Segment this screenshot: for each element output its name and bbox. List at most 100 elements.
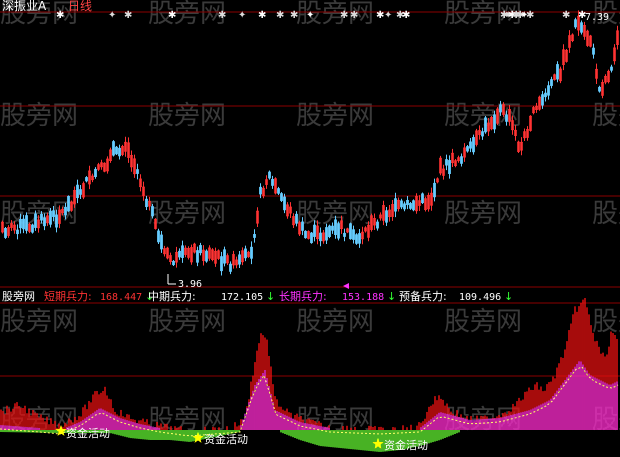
candle-body bbox=[145, 198, 148, 208]
watermark-text: 股旁网 bbox=[444, 199, 522, 229]
cursor-triangle-icon bbox=[343, 283, 349, 289]
candle-body bbox=[493, 114, 496, 130]
candle-body bbox=[25, 215, 28, 231]
candle-body bbox=[466, 146, 469, 152]
signal-marker: ✱ bbox=[168, 10, 176, 21]
candle-body bbox=[445, 159, 448, 166]
watermark-text: 股旁网 bbox=[444, 307, 522, 337]
candle-body bbox=[178, 250, 181, 258]
candle-body bbox=[4, 228, 7, 238]
watermark-layer: 股旁网股旁网股旁网股旁网股旁网股旁网股旁网股旁网股旁网股旁网股旁网股旁网股旁网股… bbox=[0, 0, 620, 435]
candle-body bbox=[259, 186, 262, 195]
candle-body bbox=[331, 225, 334, 231]
indicator-reserve-arrow: ↓ bbox=[504, 290, 513, 303]
watermark-text: 股旁网 bbox=[148, 199, 226, 229]
candle-body bbox=[472, 137, 475, 153]
candle-body bbox=[355, 234, 358, 244]
candle-body bbox=[544, 92, 547, 98]
indicator-long-arrow: ↓ bbox=[387, 290, 396, 303]
candle-body bbox=[16, 229, 19, 235]
candle-body bbox=[157, 230, 160, 243]
candle-body bbox=[238, 254, 241, 265]
candlestick-series[interactable] bbox=[1, 10, 619, 276]
candle-body bbox=[337, 223, 340, 239]
candle-body bbox=[403, 203, 406, 210]
signal-marker: ✱ bbox=[350, 10, 358, 21]
candle-body bbox=[271, 178, 274, 186]
watermark-text: 股旁网 bbox=[148, 307, 226, 337]
watermark-text: 股旁网 bbox=[296, 307, 374, 337]
candle-body bbox=[280, 193, 283, 201]
candle-body bbox=[196, 250, 199, 263]
candle-body bbox=[250, 246, 253, 259]
signal-marker: ✱ bbox=[562, 10, 570, 21]
candle-body bbox=[433, 182, 436, 198]
candle-body bbox=[31, 224, 34, 233]
indicator-short-label: 短期兵力: bbox=[44, 289, 92, 303]
candle-body bbox=[160, 234, 163, 250]
watermark-text: 股旁网 bbox=[592, 199, 620, 229]
low-price-label: 3.96 bbox=[178, 279, 202, 290]
candle-body bbox=[229, 263, 232, 272]
candle-body bbox=[295, 213, 298, 224]
candle-body bbox=[352, 229, 355, 240]
indicator-name: 股旁网 bbox=[2, 289, 35, 303]
candle-body bbox=[343, 232, 346, 237]
candle-body bbox=[610, 66, 613, 71]
signal-marker: ✦ bbox=[108, 10, 116, 21]
candle-body bbox=[310, 232, 313, 244]
candle-body bbox=[151, 206, 154, 217]
candle-body bbox=[244, 248, 247, 259]
candle-body bbox=[64, 206, 67, 216]
indicator-reserve-value: 109.496 bbox=[459, 292, 501, 303]
indicator-bar: 股旁网 短期兵力: 168.447 ↓ 中期兵力: 172.105 ↓ 长期兵力… bbox=[2, 289, 513, 303]
candle-body bbox=[55, 214, 58, 228]
candle-body bbox=[421, 193, 424, 204]
candle-body bbox=[34, 213, 37, 228]
low-price-marker: 3.96 bbox=[167, 274, 202, 290]
candle-body bbox=[400, 200, 403, 208]
candle-body bbox=[334, 219, 337, 236]
candle-body bbox=[328, 225, 331, 238]
candle-body bbox=[313, 224, 316, 237]
signal-marker: ✱ bbox=[402, 10, 410, 21]
candle-body bbox=[547, 85, 550, 96]
indicator-long-label: 长期兵力: bbox=[279, 290, 327, 303]
candle-body bbox=[118, 147, 121, 157]
candle-body bbox=[223, 249, 226, 264]
candle-body bbox=[550, 79, 553, 86]
candle-body bbox=[115, 146, 118, 155]
high-price-label: 7.39 bbox=[585, 12, 609, 23]
candle-body bbox=[409, 203, 412, 209]
candle-body bbox=[481, 131, 484, 137]
candle-body bbox=[205, 250, 208, 262]
indicator-short-value: 168.447 bbox=[100, 292, 142, 303]
indicator-mid-arrow: ↓ bbox=[266, 290, 275, 303]
signal-marker: ✱ bbox=[276, 10, 284, 21]
chart-period: 日线 bbox=[68, 0, 92, 13]
candle-body bbox=[112, 141, 115, 156]
candle-body bbox=[394, 198, 397, 212]
signal-marker: ✱ bbox=[218, 10, 226, 21]
signal-label-3: 资金活动 bbox=[384, 438, 428, 452]
candle-body bbox=[505, 114, 508, 122]
candle-body bbox=[319, 232, 322, 242]
candle-body bbox=[574, 19, 577, 28]
indicator-long-value: 153.188 bbox=[342, 292, 384, 303]
candle-body bbox=[325, 227, 328, 241]
watermark-text: 股旁网 bbox=[592, 405, 620, 435]
stock-chart[interactable]: 股旁网股旁网股旁网股旁网股旁网股旁网股旁网股旁网股旁网股旁网股旁网股旁网股旁网股… bbox=[0, 0, 620, 457]
candle-body bbox=[499, 104, 502, 113]
candle-body bbox=[592, 47, 595, 55]
candle-body bbox=[94, 168, 97, 177]
chart-title: 深振业A bbox=[2, 0, 47, 13]
signal-marker: ✱ bbox=[340, 10, 348, 21]
signal-marker: ✱ bbox=[258, 10, 266, 21]
candle-body bbox=[85, 177, 88, 182]
candle-body bbox=[283, 196, 286, 211]
candle-body bbox=[469, 141, 472, 149]
candle-body bbox=[181, 245, 184, 258]
candle-body bbox=[412, 200, 415, 211]
candle-body bbox=[253, 234, 256, 238]
signal-marker: ✦ bbox=[384, 10, 392, 21]
